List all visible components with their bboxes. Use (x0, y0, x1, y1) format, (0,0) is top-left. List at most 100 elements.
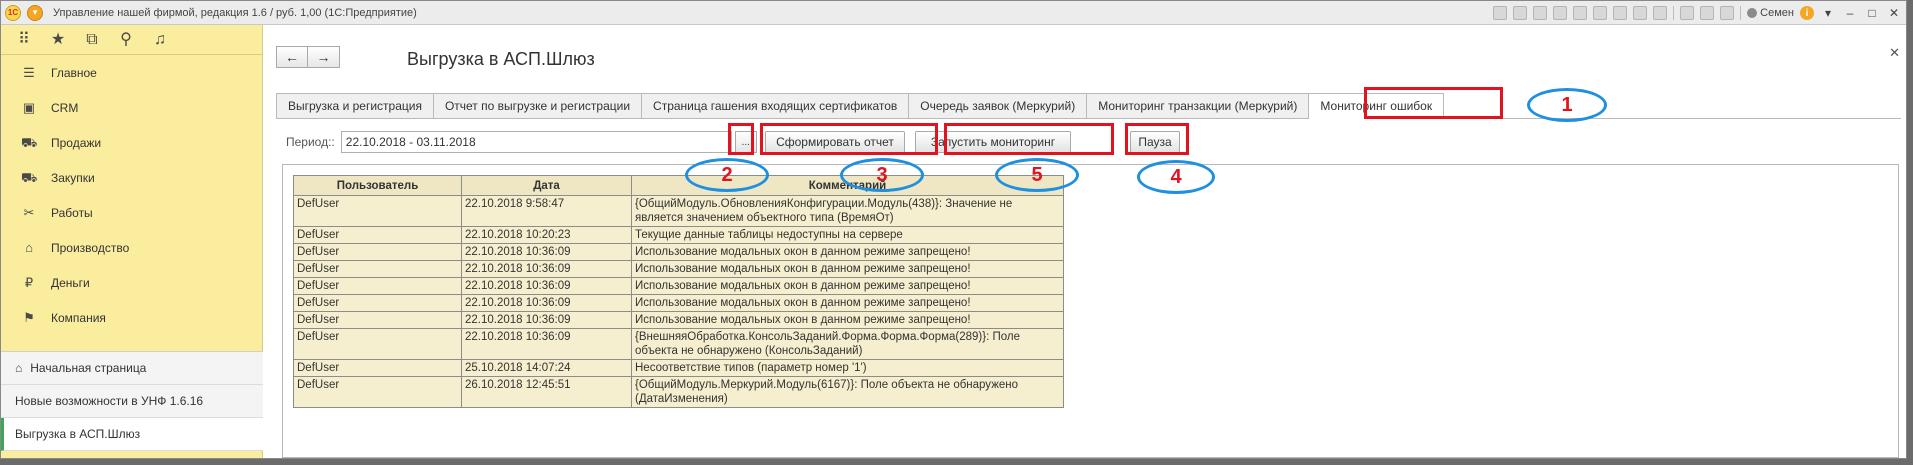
sidebar-section-label: CRM (51, 100, 79, 115)
tab-upload-registration[interactable]: Выгрузка и регистрация (276, 93, 434, 119)
history-icon[interactable] (1700, 6, 1715, 20)
annotation-oval-3: 3 (840, 158, 924, 192)
nav-item-home[interactable]: ⌂ Начальная страница (1, 352, 263, 385)
cell-comment: {ОбщийМодуль.ОбновленияКонфигурации.Моду… (631, 195, 1064, 227)
table-row[interactable]: DefUser 22.10.2018 10:36:09 Использование … (293, 260, 1064, 278)
main-menu-icon[interactable]: ▾ (27, 4, 43, 21)
menu-icon: ☰ (23, 64, 35, 80)
attach-icon[interactable] (1553, 6, 1568, 20)
table-row[interactable]: DefUser 22.10.2018 10:36:09 Использование … (293, 294, 1064, 312)
column-header-date[interactable]: Дата (461, 175, 632, 196)
table-icon[interactable] (1593, 6, 1608, 20)
memory-plus-icon[interactable] (1633, 6, 1648, 20)
sidebar-section-money[interactable]: ₽ Деньги (1, 265, 262, 300)
table-body: DefUser 22.10.2018 9:58:47 {ОбщийМодуль.Об… (293, 195, 1064, 408)
menu-chevron-icon[interactable]: ▾ (1820, 6, 1836, 20)
link-icon[interactable] (1533, 6, 1548, 20)
table-row[interactable]: DefUser 22.10.2018 10:36:09 Использование … (293, 277, 1064, 295)
factory-icon: ⌂ (25, 239, 33, 255)
close-form-icon[interactable]: ✕ (1889, 45, 1900, 61)
zoom-icon[interactable] (1680, 6, 1695, 20)
sidebar-section-purchases[interactable]: ⛟ Закупки (1, 160, 262, 195)
tab-transaction-monitoring[interactable]: Мониторинг транзакции (Меркурий) (1087, 93, 1310, 119)
table-row[interactable]: DefUser 22.10.2018 10:36:09 Использование … (293, 311, 1064, 329)
cell-user: DefUser (293, 359, 462, 377)
period-input[interactable] (340, 131, 732, 153)
sidebar-section-works[interactable]: ✂ Работы (1, 195, 262, 230)
sidebar-section-production[interactable]: ⌂ Производство (1, 230, 262, 265)
calendar-icon[interactable] (1613, 6, 1628, 20)
minimize-icon[interactable]: – (1842, 6, 1858, 20)
cell-user: DefUser (293, 328, 462, 360)
nav-item-label: Начальная страница (30, 361, 147, 375)
export-icon[interactable] (1573, 6, 1588, 20)
highlight-box-4 (1125, 123, 1189, 155)
period-row: Период:: ... (286, 131, 757, 153)
back-button[interactable]: ← (276, 46, 308, 68)
memory-minus-icon[interactable] (1653, 6, 1668, 20)
tab-request-queue[interactable]: Очередь заявок (Меркурий) (909, 93, 1088, 119)
nav-item-label: Выгрузка в АСП.Шлюз (15, 427, 141, 441)
period-label: Период:: (286, 135, 335, 149)
toolbar-divider (1673, 6, 1675, 20)
flag-icon: ⚑ (23, 309, 35, 325)
column-header-user[interactable]: Пользователь (293, 175, 462, 196)
sidebar-section-company[interactable]: ⚑ Компания (1, 300, 262, 335)
cell-user: DefUser (293, 260, 462, 278)
save-icon[interactable] (1493, 6, 1508, 20)
1c-logo-icon: 1С (5, 4, 21, 21)
cell-date: 22.10.2018 10:36:09 (461, 243, 632, 261)
sidebar-section-label: Деньги (51, 275, 90, 290)
highlight-box-2 (728, 123, 754, 155)
cell-user: DefUser (293, 243, 462, 261)
forward-button[interactable]: → (308, 46, 340, 68)
tab-upload-report[interactable]: Отчет по выгрузке и регистрации (433, 93, 643, 119)
user-name: Семен (1760, 7, 1794, 19)
maximize-icon[interactable]: □ (1864, 6, 1880, 20)
sidebar-section-label: Продажи (51, 135, 102, 150)
sidebar-section-sales[interactable]: ⛟ Продажи (1, 125, 262, 160)
nav-item-whats-new[interactable]: Новые возможности в УНФ 1.6.16 (1, 385, 263, 418)
cell-date: 22.10.2018 10:36:09 (461, 260, 632, 278)
errors-table: Пользователь Дата Комментарий DefUser 22.… (293, 175, 1064, 408)
cell-comment: Несоответствие типов (параметр номер '1'… (631, 359, 1064, 377)
cell-date: 22.10.2018 10:20:23 (461, 226, 632, 244)
history-icon[interactable]: ⧉ (83, 31, 101, 49)
cell-date: 26.10.2018 12:45:51 (461, 376, 632, 408)
annotation-oval-4: 4 (1137, 160, 1215, 194)
form-tabs: Выгрузка и регистрация Отчет по выгрузке… (276, 93, 1901, 119)
favorites-icon[interactable] (1720, 6, 1735, 20)
cell-comment: Использование модальных окон в данном ре… (631, 311, 1064, 329)
tools-icon: ✂ (23, 204, 35, 220)
apps-grid-icon[interactable]: ⠿ (15, 31, 33, 49)
open-windows-list: ⌂ Начальная страница Новые возможности в … (1, 351, 263, 451)
user-menu[interactable]: Семен (1747, 7, 1794, 19)
table-row[interactable]: DefUser 22.10.2018 10:20:23 Текущие данные… (293, 226, 1064, 244)
star-icon[interactable]: ★ (49, 31, 67, 49)
search-icon[interactable]: ⚲ (117, 31, 135, 49)
cell-date: 22.10.2018 9:58:47 (461, 195, 632, 227)
sidebar-section-main[interactable]: ☰ Главное (1, 55, 262, 90)
cell-user: DefUser (293, 226, 462, 244)
info-icon[interactable]: i (1800, 6, 1814, 20)
truck-icon: ⛟ (21, 169, 38, 185)
sidebar-section-crm[interactable]: ▣ CRM (1, 90, 262, 125)
tab-certificates[interactable]: Страница гашения входящих сертификатов (642, 93, 910, 119)
quick-access-bar: ⠿ ★ ⧉ ⚲ ♫ (1, 25, 262, 55)
sidebar-section-label: Производство (51, 240, 130, 255)
highlight-box-3 (760, 123, 938, 155)
cell-date: 22.10.2018 10:36:09 (461, 277, 632, 295)
table-row[interactable]: DefUser 22.10.2018 10:36:09 Использование … (293, 243, 1064, 261)
table-row[interactable]: DefUser 25.10.2018 14:07:24 Несоответствие… (293, 359, 1064, 377)
close-window-icon[interactable]: ✕ (1886, 6, 1902, 20)
bell-icon[interactable]: ♫ (151, 31, 169, 49)
table-row[interactable]: DefUser 22.10.2018 10:36:09 {ВнешняяОбрабо… (293, 328, 1064, 360)
nav-item-asp-gateway[interactable]: Выгрузка в АСП.Шлюз (1, 418, 263, 451)
table-row[interactable]: DefUser 22.10.2018 9:58:47 {ОбщийМодуль.Об… (293, 195, 1064, 227)
table-row[interactable]: DefUser 26.10.2018 12:45:51 {ОбщийМодуль.М… (293, 376, 1064, 408)
cell-date: 22.10.2018 10:36:09 (461, 328, 632, 360)
cell-date: 25.10.2018 14:07:24 (461, 359, 632, 377)
cell-user: DefUser (293, 195, 462, 227)
cell-comment: Текущие данные таблицы недоступны на сер… (631, 226, 1064, 244)
print-icon[interactable] (1513, 6, 1528, 20)
